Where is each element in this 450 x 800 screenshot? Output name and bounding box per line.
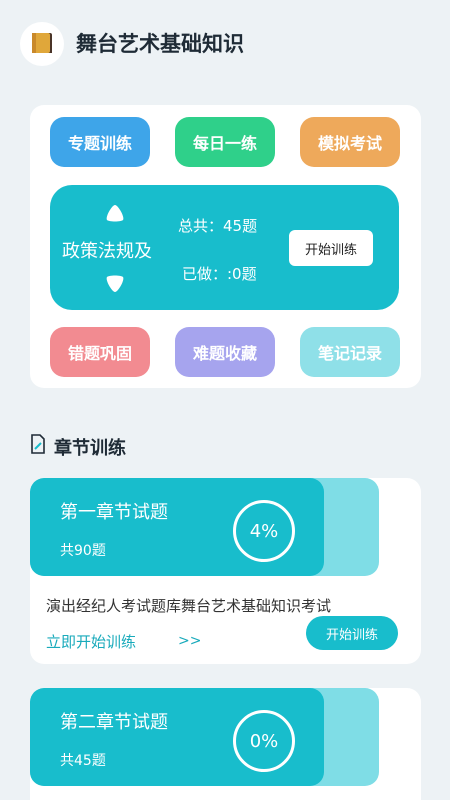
app-header: 舞台艺术基础知识 <box>0 0 450 90</box>
chapter-title: 第二章节试题 <box>60 712 168 733</box>
mock-exam-button[interactable]: 模拟考试 <box>300 117 400 167</box>
practice-panel: 专题训练 每日一练 模拟考试 政策法规及 总共：45题 已做：:0题 开始训练 … <box>30 105 421 388</box>
book-icon <box>20 22 64 66</box>
policy-name: 政策法规及 <box>62 241 152 262</box>
double-chevron-icon[interactable]: >> <box>178 633 201 649</box>
app-title: 舞台艺术基础知识 <box>76 32 244 56</box>
progress-ring: 4% <box>233 500 295 562</box>
policy-total: 总共：45题 <box>178 217 258 235</box>
section-title: 章节训练 <box>54 438 126 459</box>
chapter-start-button[interactable]: 开始训练 <box>306 616 398 650</box>
chapter-card[interactable]: 第一章节试题 共90题 4% 演出经纪人考试题库舞台艺术基础知识考试 立即开始训… <box>30 478 421 664</box>
daily-practice-button[interactable]: 每日一练 <box>175 117 275 167</box>
hard-questions-button[interactable]: 难题收藏 <box>175 327 275 377</box>
chapter-description: 演出经纪人考试题库舞台艺术基础知识考试 <box>46 597 332 615</box>
arrow-down-icon[interactable] <box>104 274 126 294</box>
progress-value: 0% <box>249 730 279 752</box>
edit-document-icon <box>31 434 45 454</box>
progress-ring: 0% <box>233 710 295 772</box>
topic-training-button[interactable]: 专题训练 <box>50 117 150 167</box>
chapter-count: 共45题 <box>60 753 106 769</box>
start-now-link[interactable]: 立即开始训练 <box>46 631 136 652</box>
arrow-up-icon[interactable] <box>104 203 126 223</box>
wrong-questions-button[interactable]: 错题巩固 <box>50 327 150 377</box>
progress-value: 4% <box>249 520 279 542</box>
policy-done: 已做：:0题 <box>182 265 257 283</box>
policy-card: 政策法规及 总共：45题 已做：:0题 开始训练 <box>50 185 399 310</box>
chapter-title: 第一章节试题 <box>60 502 168 523</box>
chapter-card[interactable]: 第二章节试题 共45题 0% <box>30 688 421 800</box>
start-training-button[interactable]: 开始训练 <box>289 230 373 266</box>
chapter-count: 共90题 <box>60 543 106 559</box>
notes-button[interactable]: 笔记记录 <box>300 327 400 377</box>
